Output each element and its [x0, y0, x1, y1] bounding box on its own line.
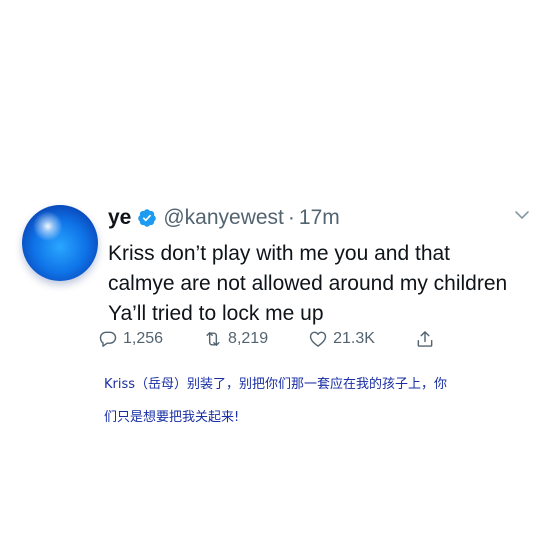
caption-text: Kriss（岳母）别装了，别把你们那一套应在我的孩子上，你 们只是想要把我关起来…: [104, 368, 524, 434]
retweet-count: 8,219: [228, 330, 269, 347]
share-button[interactable]: [415, 329, 440, 349]
reply-button[interactable]: 1,256: [98, 329, 163, 349]
like-count: 21.3K: [333, 330, 375, 347]
tweet-text: Kriss don’t play with me you and that ca…: [108, 239, 534, 329]
display-name[interactable]: ye: [108, 206, 131, 230]
share-icon: [417, 331, 433, 347]
separator-dot: ·: [287, 206, 295, 229]
tweet-text-line: calmye are not allowed around my childre…: [108, 272, 508, 295]
retweet-button[interactable]: 8,219: [203, 329, 268, 349]
avatar[interactable]: [22, 205, 98, 281]
reply-icon: [99, 331, 117, 347]
verified-badge-icon: [138, 209, 157, 227]
timestamp[interactable]: 17m: [299, 206, 340, 230]
user-handle[interactable]: @kanyewest: [163, 206, 284, 230]
tweet-text-line: Ya’ll tried to lock me up: [108, 302, 324, 325]
tweet-text-line: Kriss don’t play with me you and that: [108, 242, 451, 265]
reply-count: 1,256: [123, 330, 164, 347]
tweet-actions: 1,256 8,219 21.3K: [98, 329, 440, 349]
like-button[interactable]: 21.3K: [308, 329, 375, 349]
retweet-icon: [206, 332, 220, 346]
caption-line: 们只是想要把我关起来!: [104, 410, 240, 425]
heart-icon: [309, 331, 327, 347]
tweet-content: ye @kanyewest · 17m Kriss don’t play wit…: [99, 205, 534, 347]
chevron-down-icon[interactable]: [514, 209, 530, 221]
caption-line: Kriss（岳母）别装了，别把你们那一套应在我的孩子上，你: [104, 377, 448, 392]
tweet-header: ye @kanyewest · 17m: [108, 205, 534, 231]
